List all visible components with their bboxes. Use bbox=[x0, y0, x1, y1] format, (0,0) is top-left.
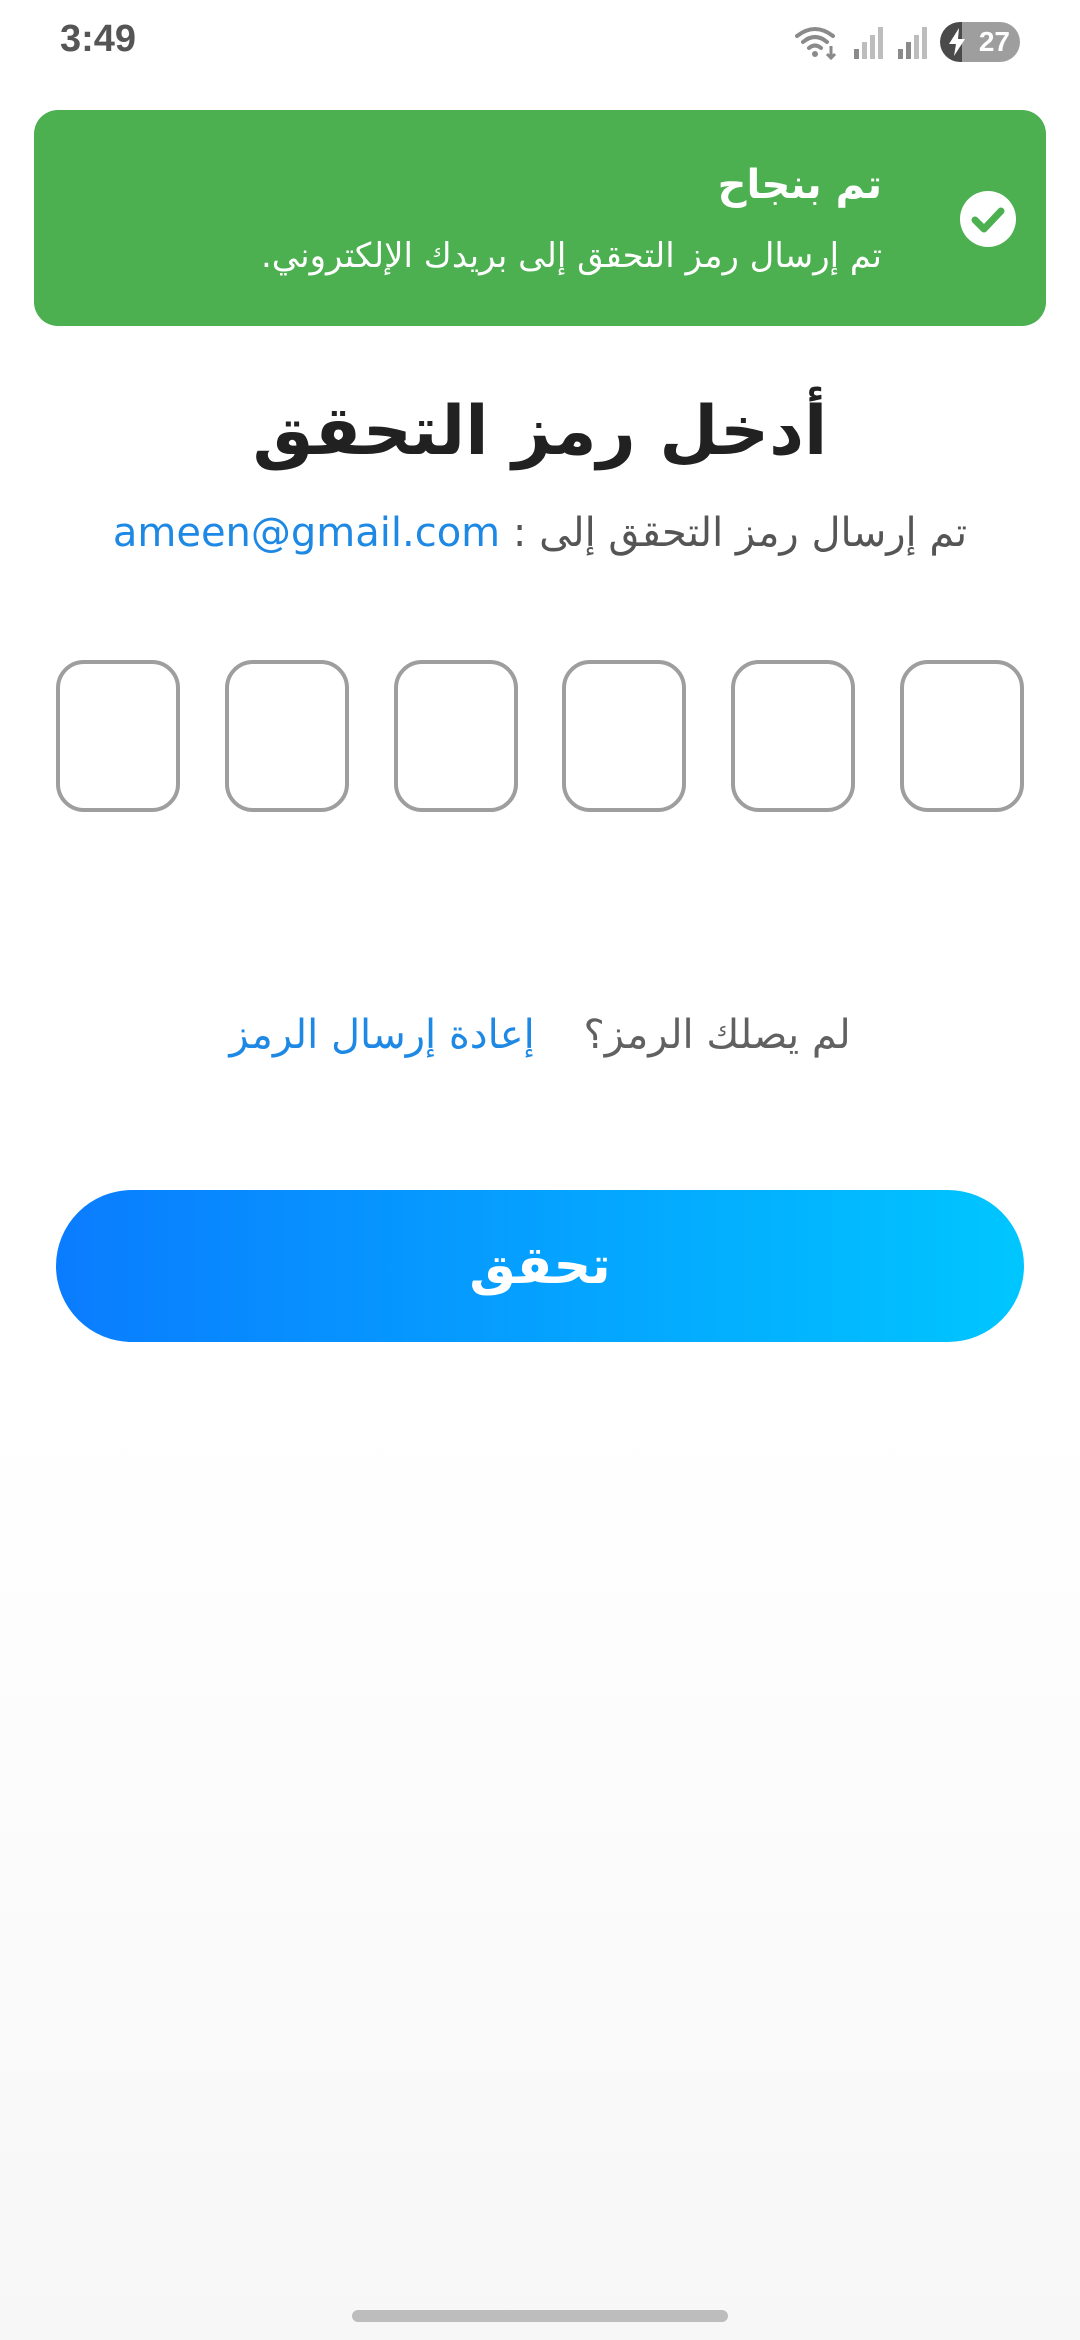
toast-title: تم بنجاح bbox=[717, 162, 882, 208]
resend-row: لم يصلك الرمز؟ إعادة إرسال الرمز bbox=[0, 1012, 1080, 1058]
cellular-signal-icon bbox=[896, 25, 928, 59]
home-indicator[interactable] bbox=[352, 2310, 728, 2322]
otp-digit-1[interactable] bbox=[56, 660, 180, 812]
battery-indicator: 27 bbox=[940, 22, 1020, 62]
battery-level: 27 bbox=[978, 26, 1010, 57]
otp-digit-6[interactable] bbox=[899, 660, 1024, 812]
success-toast[interactable]: تم بنجاح تم إرسال رمز التحقق إلى بريدك ا… bbox=[34, 110, 1046, 326]
cellular-signal-icon bbox=[852, 25, 884, 59]
status-icons: 27 bbox=[794, 22, 1020, 62]
check-circle-icon bbox=[960, 191, 1016, 247]
page-title: أدخل رمز التحقق bbox=[252, 392, 828, 471]
wifi-icon bbox=[794, 24, 840, 60]
subtitle-text: تم إرسال رمز التحقق إلى : bbox=[512, 510, 968, 556]
resend-code-link[interactable]: إعادة إرسال الرمز bbox=[229, 1012, 534, 1058]
otp-digit-5[interactable] bbox=[731, 660, 856, 812]
subtitle: تم إرسال رمز التحقق إلى : ameen@gmail.co… bbox=[0, 510, 1080, 556]
otp-digit-4[interactable] bbox=[562, 660, 687, 812]
verify-button[interactable]: تحقق bbox=[56, 1190, 1024, 1342]
resend-question: لم يصلك الرمز؟ bbox=[583, 1012, 851, 1058]
otp-digit-2[interactable] bbox=[224, 660, 349, 812]
status-time: 3:49 bbox=[60, 18, 137, 60]
otp-input-group bbox=[56, 660, 1024, 812]
email-address: ameen@gmail.com bbox=[112, 510, 501, 556]
battery-charging-icon bbox=[948, 28, 966, 56]
toast-message: تم إرسال رمز التحقق إلى بريدك الإلكتروني… bbox=[260, 236, 882, 276]
status-bar: 3:49 27 bbox=[0, 0, 1080, 84]
otp-digit-3[interactable] bbox=[393, 660, 518, 812]
